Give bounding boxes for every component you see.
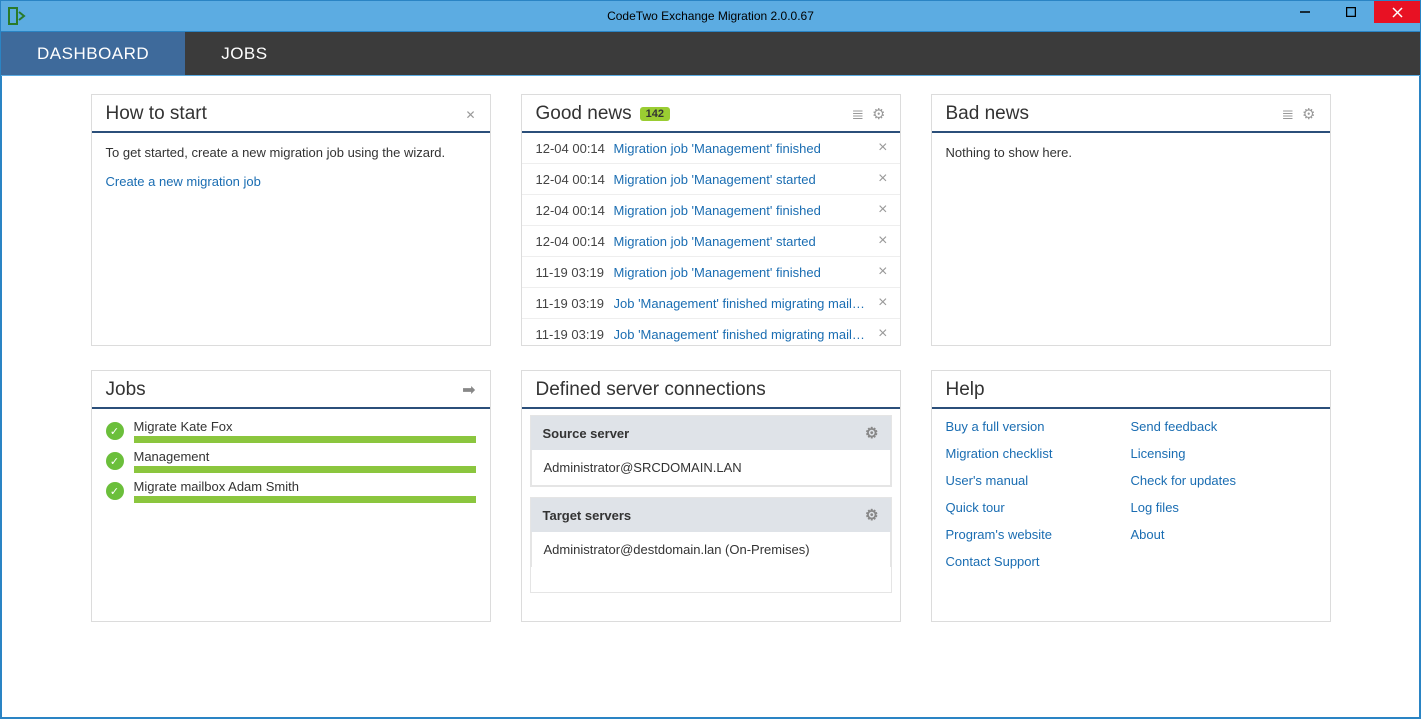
job-status-ok-icon: ✓: [106, 452, 124, 470]
tab-jobs[interactable]: JOBS: [185, 32, 303, 75]
job-row[interactable]: ✓ Migrate Kate Fox: [106, 415, 476, 445]
news-time: 11-19 03:19: [536, 296, 614, 311]
help-link[interactable]: Contact Support: [946, 554, 1131, 569]
job-progress-bar: [134, 436, 476, 443]
job-row[interactable]: ✓ Migrate mailbox Adam Smith: [106, 475, 476, 505]
news-row[interactable]: 11-19 03:19Migration job 'Management' fi…: [522, 257, 900, 288]
card-jobs: Jobs ✓ Migrate Kate Fox ✓ Management ✓ Migrat…: [91, 370, 491, 622]
howto-text: To get started, create a new migration j…: [106, 145, 476, 160]
minimize-button[interactable]: [1282, 1, 1328, 23]
howto-title: How to start: [106, 103, 207, 125]
help-link[interactable]: Program's website: [946, 527, 1131, 542]
news-time: 12-04 00:14: [536, 172, 614, 187]
tab-dashboard[interactable]: DASHBOARD: [1, 32, 185, 75]
card-servers: Defined server connections Source server…: [521, 370, 901, 622]
news-dismiss-icon[interactable]: [874, 294, 891, 312]
news-message-link[interactable]: Migration job 'Management' finished: [614, 265, 875, 280]
help-link[interactable]: About: [1131, 527, 1316, 542]
badnews-title: Bad news: [946, 103, 1029, 125]
news-message-link[interactable]: Job 'Management' finished migrating mail…: [614, 296, 875, 311]
help-link[interactable]: Buy a full version: [946, 419, 1131, 434]
goodnews-settings-icon[interactable]: [872, 105, 885, 123]
window-title: CodeTwo Exchange Migration 2.0.0.67: [1, 9, 1420, 23]
goodnews-count-badge: 142: [640, 107, 670, 121]
job-name: Migrate mailbox Adam Smith: [134, 479, 476, 494]
jobs-goto-icon[interactable]: [462, 380, 475, 400]
news-message-link[interactable]: Migration job 'Management' started: [614, 172, 875, 187]
goodnews-list-icon[interactable]: [851, 105, 864, 123]
target-server-box: Target servers Administrator@destdomain.…: [530, 497, 892, 593]
news-dismiss-icon[interactable]: [874, 139, 891, 157]
news-message-link[interactable]: Migration job 'Management' finished: [614, 141, 875, 156]
job-progress-bar: [134, 496, 476, 503]
goodnews-title: Good news: [536, 103, 632, 125]
news-message-link[interactable]: Migration job 'Management' finished: [614, 203, 875, 218]
source-server-gear-icon[interactable]: [865, 424, 878, 442]
card-help: Help Buy a full version Migration checkli…: [931, 370, 1331, 622]
card-bad-news: Bad news Nothing to show here.: [931, 94, 1331, 346]
card-how-to-start: How to start To get started, create a ne…: [91, 94, 491, 346]
help-left-col: Buy a full version Migration checklist Use…: [946, 419, 1131, 569]
news-time: 12-04 00:14: [536, 141, 614, 156]
content-area: How to start To get started, create a ne…: [1, 76, 1420, 718]
source-server-box: Source server Administrator@SRCDOMAIN.LA…: [530, 415, 892, 487]
news-row[interactable]: 11-19 03:19Job 'Management' finished mig…: [522, 288, 900, 319]
badnews-empty-text: Nothing to show here.: [946, 145, 1316, 160]
news-message-link[interactable]: Migration job 'Management' started: [614, 234, 875, 249]
job-status-ok-icon: ✓: [106, 422, 124, 440]
help-link[interactable]: Quick tour: [946, 500, 1131, 515]
job-progress-bar: [134, 466, 476, 473]
news-row[interactable]: 12-04 00:14Migration job 'Management' fi…: [522, 133, 900, 164]
titlebar[interactable]: CodeTwo Exchange Migration 2.0.0.67: [1, 1, 1420, 31]
close-button[interactable]: [1374, 1, 1420, 23]
news-row[interactable]: 12-04 00:14Migration job 'Management' fi…: [522, 195, 900, 226]
news-time: 11-19 03:19: [536, 327, 614, 342]
howto-close-icon[interactable]: [465, 107, 475, 122]
news-dismiss-icon[interactable]: [874, 201, 891, 219]
jobs-title: Jobs: [106, 379, 146, 401]
job-status-ok-icon: ✓: [106, 482, 124, 500]
create-job-link[interactable]: Create a new migration job: [106, 174, 261, 189]
help-link[interactable]: Migration checklist: [946, 446, 1131, 461]
card-good-news: Good news 142 12-04 00:14Migration job '…: [521, 94, 901, 346]
job-name: Management: [134, 449, 476, 464]
badnews-settings-icon[interactable]: [1302, 105, 1315, 123]
news-dismiss-icon[interactable]: [874, 170, 891, 188]
servers-title: Defined server connections: [536, 379, 766, 401]
window-controls: [1282, 1, 1420, 23]
help-link[interactable]: User's manual: [946, 473, 1131, 488]
news-time: 12-04 00:14: [536, 234, 614, 249]
app-window: CodeTwo Exchange Migration 2.0.0.67 DASH…: [0, 0, 1421, 719]
help-link[interactable]: Licensing: [1131, 446, 1316, 461]
news-message-link[interactable]: Job 'Management' finished migrating mail…: [614, 327, 875, 342]
news-row[interactable]: 11-19 03:19Job 'Management' finished mig…: [522, 319, 900, 343]
help-title: Help: [946, 379, 985, 401]
target-server-value[interactable]: Administrator@destdomain.lan (On-Premise…: [531, 532, 891, 567]
job-row[interactable]: ✓ Management: [106, 445, 476, 475]
news-dismiss-icon[interactable]: [874, 263, 891, 281]
badnews-list-icon[interactable]: [1281, 105, 1294, 123]
goodnews-list[interactable]: 12-04 00:14Migration job 'Management' fi…: [522, 133, 900, 343]
job-name: Migrate Kate Fox: [134, 419, 476, 434]
help-link[interactable]: Log files: [1131, 500, 1316, 515]
jobs-list: ✓ Migrate Kate Fox ✓ Management ✓ Migrate mai…: [92, 409, 490, 511]
news-row[interactable]: 12-04 00:14Migration job 'Management' st…: [522, 164, 900, 195]
target-server-header: Target servers: [543, 508, 632, 523]
maximize-button[interactable]: [1328, 1, 1374, 23]
help-right-col: Send feedback Licensing Check for updates L…: [1131, 419, 1316, 569]
help-link[interactable]: Send feedback: [1131, 419, 1316, 434]
navbar: DASHBOARD JOBS: [1, 31, 1420, 75]
help-link[interactable]: Check for updates: [1131, 473, 1316, 488]
target-server-gear-icon[interactable]: [865, 506, 878, 524]
news-time: 12-04 00:14: [536, 203, 614, 218]
news-time: 11-19 03:19: [536, 265, 614, 280]
source-server-header: Source server: [543, 426, 630, 441]
news-dismiss-icon[interactable]: [874, 232, 891, 250]
source-server-value[interactable]: Administrator@SRCDOMAIN.LAN: [531, 450, 891, 486]
news-dismiss-icon[interactable]: [874, 325, 891, 343]
news-row[interactable]: 12-04 00:14Migration job 'Management' st…: [522, 226, 900, 257]
